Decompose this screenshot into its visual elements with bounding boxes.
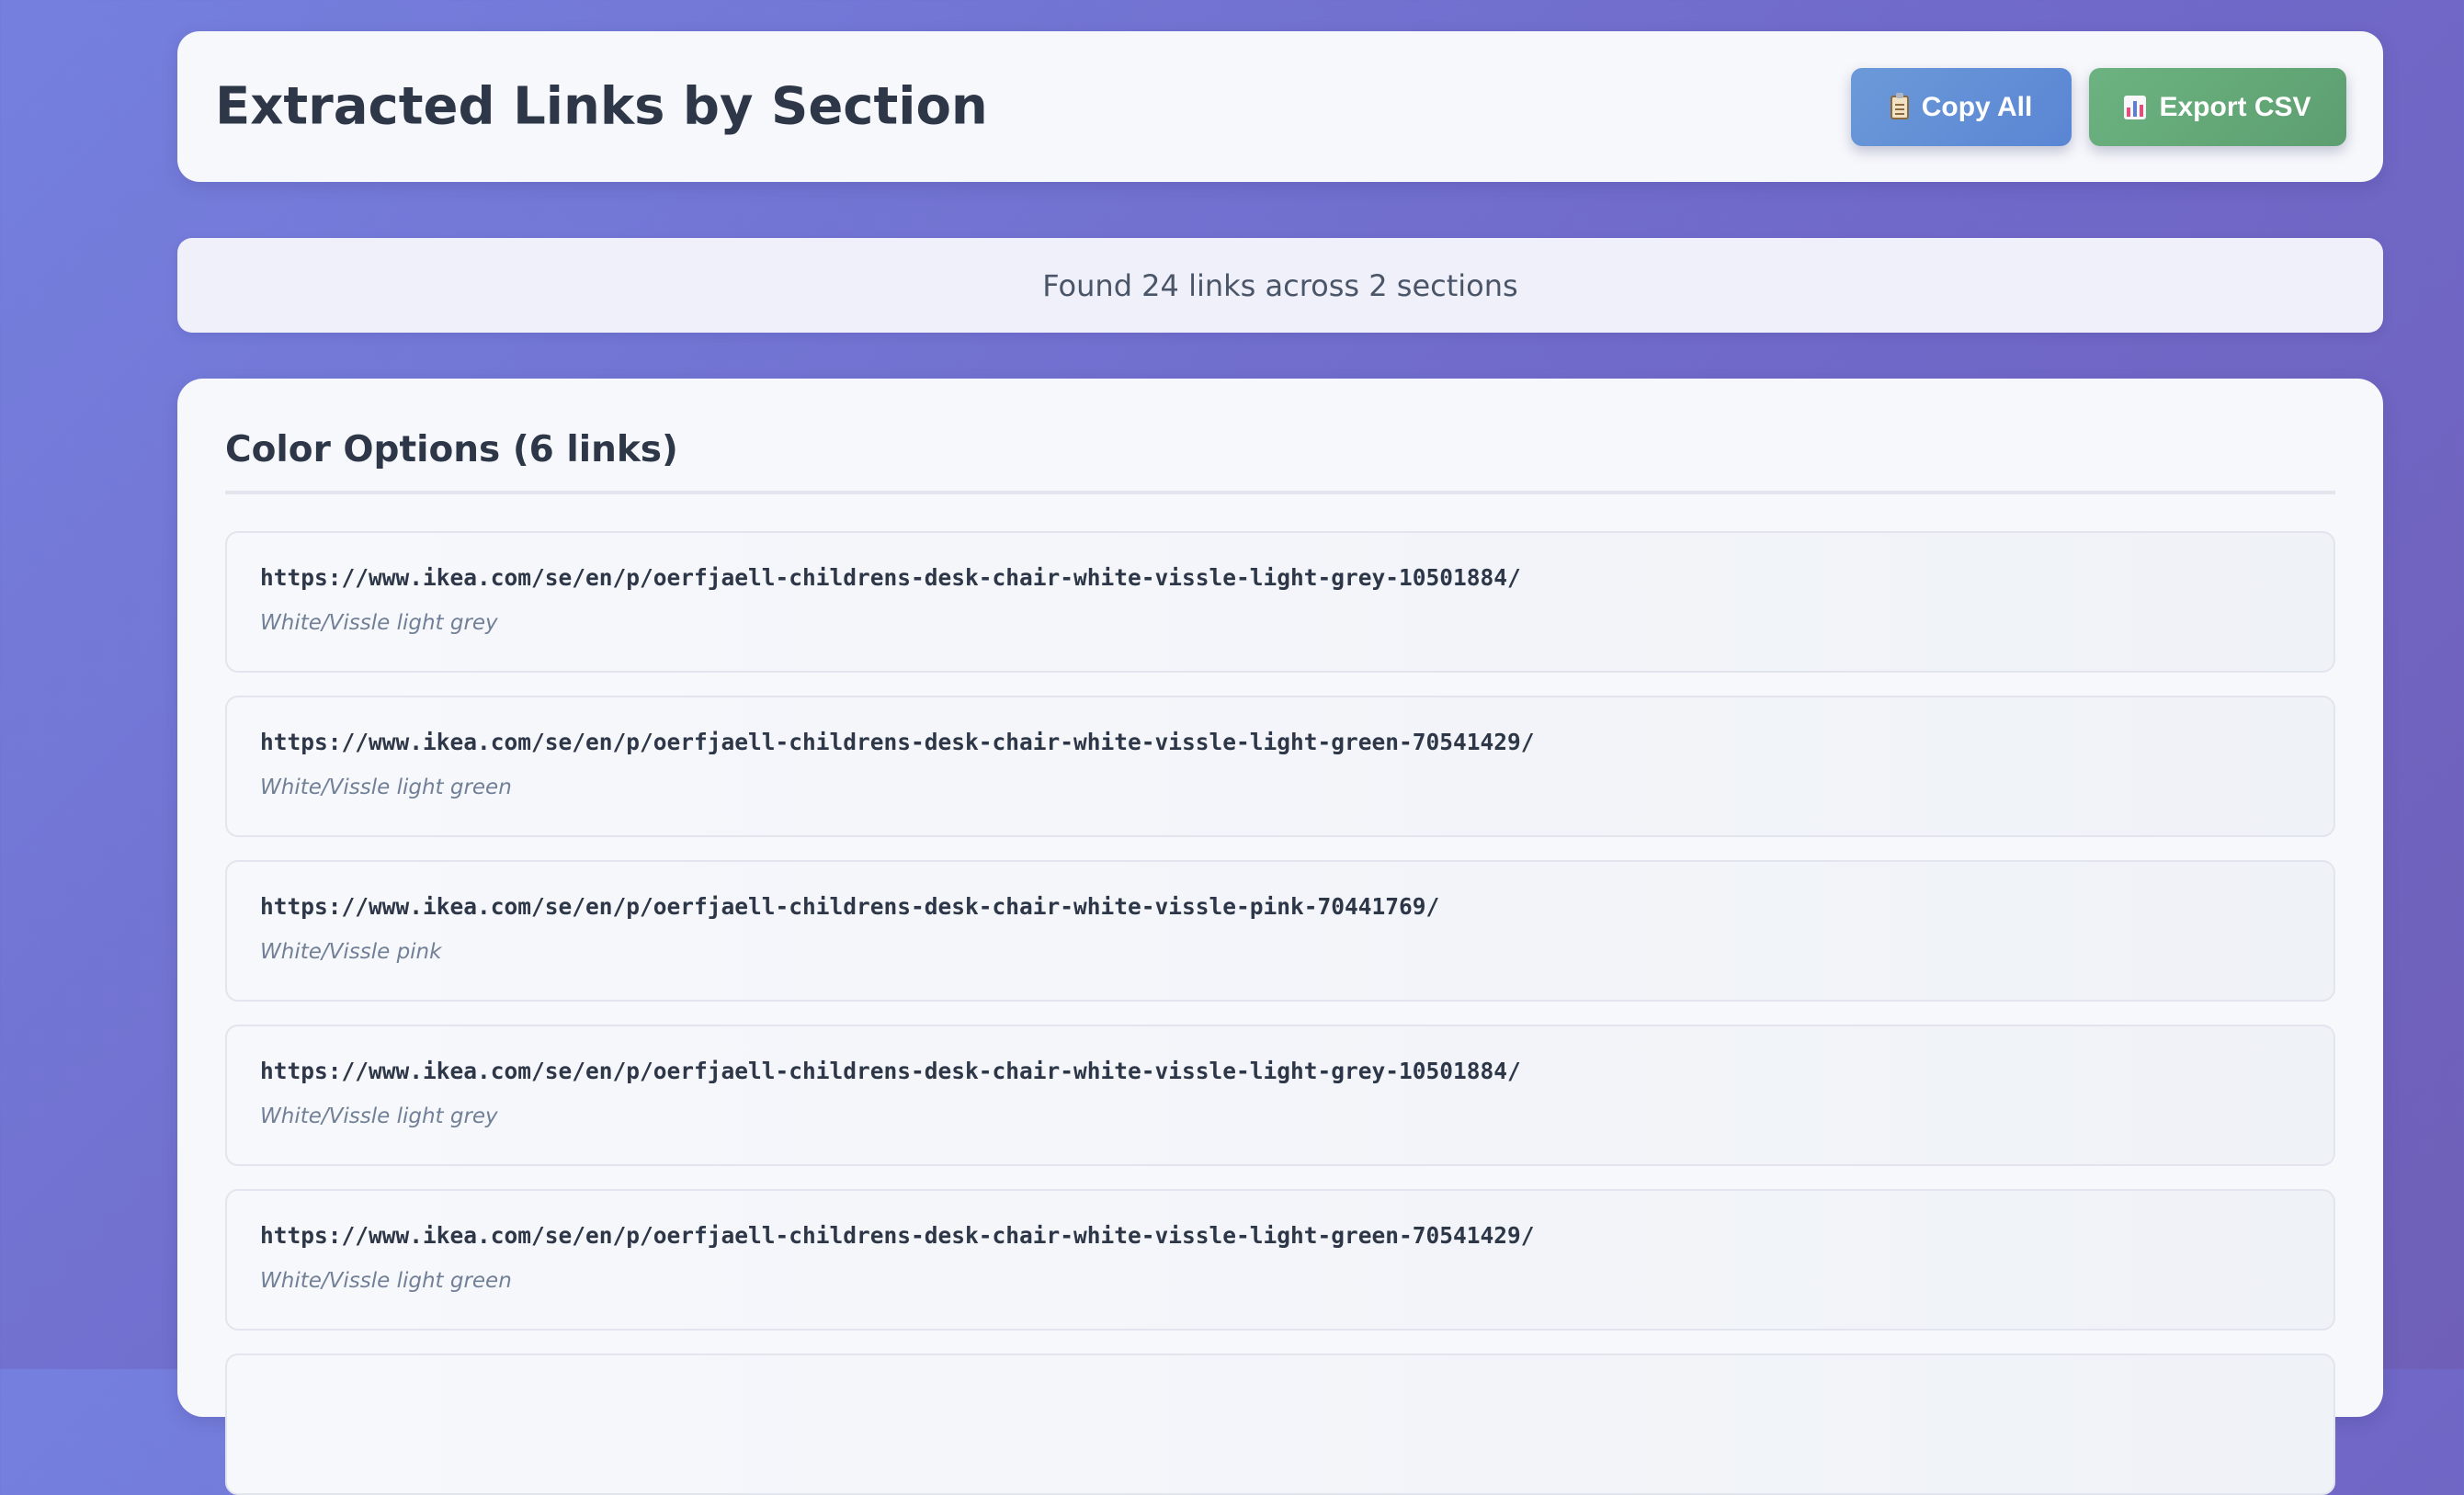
- export-csv-label: Export CSV: [2159, 91, 2311, 122]
- link-description: White/Vissle light green: [260, 776, 512, 799]
- header-card: Extracted Links by Section Copy All Expo…: [177, 31, 2383, 182]
- summary-text: Found 24 links across 2 sections: [1042, 267, 1518, 303]
- link-item[interactable]: https://www.ikea.com/se/en/p/oerfjaell-c…: [225, 531, 2335, 673]
- bar-chart-icon: [2124, 95, 2147, 119]
- link-description: White/Vissle light grey: [260, 611, 498, 635]
- page-title: Extracted Links by Section: [215, 76, 988, 137]
- link-item-partial[interactable]: [225, 1353, 2335, 1495]
- link-description: White/Vissle light green: [260, 1269, 512, 1293]
- link-url[interactable]: https://www.ikea.com/se/en/p/oerfjaell-c…: [260, 893, 2300, 920]
- link-item[interactable]: https://www.ikea.com/se/en/p/oerfjaell-c…: [225, 860, 2335, 1002]
- section-title: Color Options (6 links): [225, 428, 2335, 494]
- link-item[interactable]: https://www.ikea.com/se/en/p/oerfjaell-c…: [225, 1189, 2335, 1331]
- summary-card: Found 24 links across 2 sections: [177, 238, 2383, 333]
- section-card: Color Options (6 links) https://www.ikea…: [177, 379, 2383, 1495]
- copy-all-button[interactable]: Copy All: [1851, 68, 2072, 146]
- link-description: White/Vissle light grey: [260, 1104, 498, 1128]
- link-url[interactable]: https://www.ikea.com/se/en/p/oerfjaell-c…: [260, 1058, 2300, 1084]
- link-url[interactable]: https://www.ikea.com/se/en/p/oerfjaell-c…: [260, 564, 2300, 591]
- clipboard-icon: [1890, 92, 1909, 119]
- link-url[interactable]: https://www.ikea.com/se/en/p/oerfjaell-c…: [260, 1222, 2300, 1249]
- link-description: White/Vissle pink: [260, 940, 442, 964]
- copy-all-label: Copy All: [1921, 91, 2033, 122]
- link-list: https://www.ikea.com/se/en/p/oerfjaell-c…: [225, 531, 2335, 1495]
- link-item[interactable]: https://www.ikea.com/se/en/p/oerfjaell-c…: [225, 696, 2335, 837]
- link-item[interactable]: https://www.ikea.com/se/en/p/oerfjaell-c…: [225, 1025, 2335, 1166]
- link-url[interactable]: https://www.ikea.com/se/en/p/oerfjaell-c…: [260, 729, 2300, 755]
- export-csv-button[interactable]: Export CSV: [2089, 68, 2346, 146]
